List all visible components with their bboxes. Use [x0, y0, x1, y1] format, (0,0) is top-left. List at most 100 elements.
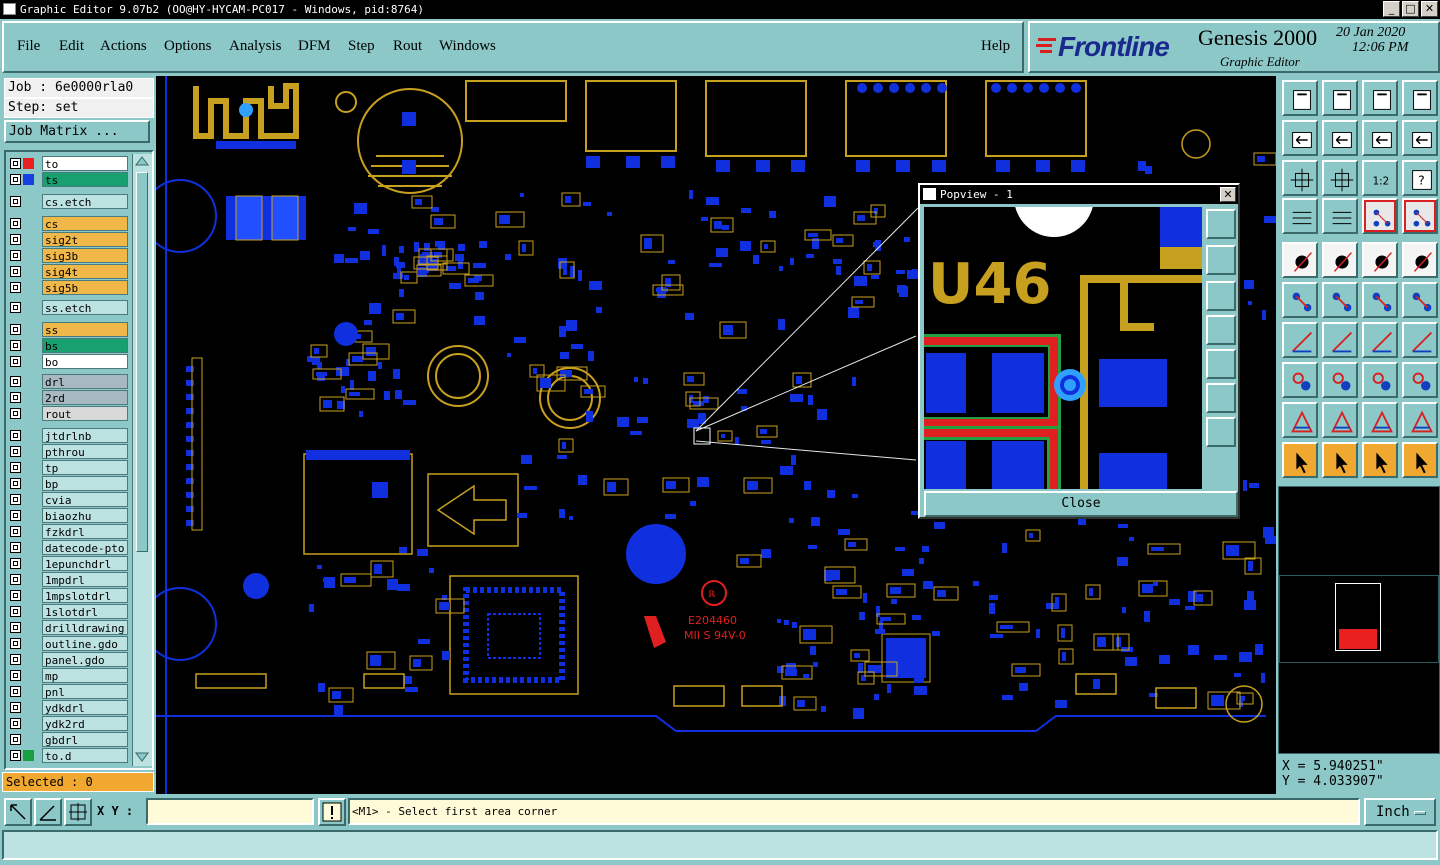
layer-checkbox[interactable] — [10, 590, 21, 601]
layer-row[interactable]: 2rd — [8, 390, 128, 405]
snap-point-button[interactable] — [1282, 242, 1318, 278]
menu-dfm[interactable]: DFM — [298, 38, 331, 55]
layer-name[interactable]: sig2t — [42, 232, 128, 247]
layer-row[interactable]: pnl — [8, 684, 128, 699]
help-button[interactable]: ? — [1402, 160, 1438, 196]
layer-name[interactable]: jtdrlnb — [42, 428, 128, 443]
pointer-frame-2-button[interactable] — [1362, 442, 1398, 478]
copy-button[interactable] — [1402, 362, 1438, 398]
move-2-button[interactable] — [1402, 282, 1438, 318]
pv-zoom-in-icon[interactable] — [1206, 383, 1236, 413]
layer-row[interactable]: ydk2rd — [8, 716, 128, 731]
layer-row[interactable]: ss — [8, 322, 128, 337]
layer-checkbox[interactable] — [10, 324, 21, 335]
layer-row[interactable]: bo — [8, 354, 128, 369]
layer-checkbox[interactable] — [10, 234, 21, 245]
layer-row[interactable]: tp — [8, 460, 128, 475]
popview-titlebar[interactable]: Popview - 1 ✕ — [920, 185, 1238, 204]
layer-row[interactable]: cvia — [8, 492, 128, 507]
layer-checkbox[interactable] — [10, 392, 21, 403]
resize-button[interactable] — [1362, 362, 1398, 398]
layer-row[interactable]: outline.gdo — [8, 636, 128, 651]
layer-name[interactable]: to — [42, 156, 128, 171]
layer-checkbox[interactable] — [10, 462, 21, 473]
slash-line-button[interactable] — [1322, 322, 1358, 358]
layer-name[interactable]: ss.etch — [42, 300, 128, 315]
layer-row[interactable]: 1epunchdrl — [8, 556, 128, 571]
menu-analysis[interactable]: Analysis — [229, 38, 282, 55]
layer-name[interactable]: 2rd — [42, 390, 128, 405]
alert-button[interactable] — [318, 798, 346, 826]
layer-checkbox[interactable] — [10, 282, 21, 293]
layer-checkbox[interactable] — [10, 606, 21, 617]
layer-row[interactable]: rout — [8, 406, 128, 421]
layer-name[interactable]: bo — [42, 354, 128, 369]
pointer-frame-button[interactable] — [1322, 442, 1358, 478]
layer-checkbox[interactable] — [10, 174, 21, 185]
line-segment-button[interactable] — [1322, 362, 1358, 398]
layer-row[interactable]: ss.etch — [8, 300, 128, 315]
pv-pan-right-icon[interactable] — [1206, 349, 1236, 379]
net-select-button[interactable] — [1362, 198, 1398, 234]
popview-close-icon[interactable]: ✕ — [1220, 187, 1236, 202]
pan-left-button[interactable] — [1282, 120, 1318, 156]
layer-name[interactable]: bp — [42, 476, 128, 491]
layer-name[interactable]: pthrou — [42, 444, 128, 459]
layer-checkbox[interactable] — [10, 218, 21, 229]
layer-row[interactable]: sig2t — [8, 232, 128, 247]
menu-windows[interactable]: Windows — [439, 38, 496, 55]
connect-button[interactable] — [1282, 282, 1318, 318]
layer-name[interactable]: 1mpdrl — [42, 572, 128, 587]
home-button[interactable] — [1362, 80, 1398, 116]
layer-color-swatch[interactable] — [23, 750, 34, 761]
delete-button[interactable] — [1322, 282, 1358, 318]
scroll-up-icon[interactable] — [133, 154, 151, 168]
layer-row[interactable]: bs — [8, 338, 128, 353]
layer-checkbox[interactable] — [10, 266, 21, 277]
layer-name[interactable]: cs.etch — [42, 194, 128, 209]
ruler-button[interactable] — [1362, 242, 1398, 278]
layer-row[interactable]: 1slotdrl — [8, 604, 128, 619]
job-matrix-button[interactable]: Job Matrix ... — [4, 120, 150, 143]
layer-name[interactable]: cvia — [42, 492, 128, 507]
layer-checkbox[interactable] — [10, 686, 21, 697]
layer-name[interactable]: sig4t — [42, 264, 128, 279]
layer-color-swatch[interactable] — [23, 174, 34, 185]
layer-row[interactable]: to.d — [8, 748, 128, 763]
layer-name[interactable]: drilldrawing — [42, 620, 128, 635]
save-view-button[interactable] — [1322, 80, 1358, 116]
layer-checkbox[interactable] — [10, 478, 21, 489]
layer-checkbox[interactable] — [10, 558, 21, 569]
overview-map[interactable] — [1278, 486, 1440, 754]
pv-zoom-out-icon[interactable] — [1206, 417, 1236, 447]
zoom-home-button[interactable] — [1282, 80, 1318, 116]
layers-button[interactable] — [1402, 120, 1438, 156]
layer-name[interactable]: rout — [42, 406, 128, 421]
pv-pan-up-icon[interactable] — [1206, 245, 1236, 275]
pv-pan-left-icon[interactable] — [1206, 315, 1236, 345]
layer-row[interactable]: drilldrawing — [8, 620, 128, 635]
swap-button[interactable] — [1362, 120, 1398, 156]
layer-name[interactable]: outline.gdo — [42, 636, 128, 651]
layer-name[interactable]: 1mpslotdrl — [42, 588, 128, 603]
layer-checkbox[interactable] — [10, 250, 21, 261]
layer-row[interactable]: biaozhu — [8, 508, 128, 523]
layer-row[interactable]: to — [8, 156, 128, 171]
layer-checkbox[interactable] — [10, 510, 21, 521]
layer-row[interactable]: drl — [8, 374, 128, 389]
layer-checkbox[interactable] — [10, 158, 21, 169]
layer-row[interactable]: ts — [8, 172, 128, 187]
layer-row[interactable]: sig3b — [8, 248, 128, 263]
layer-row[interactable]: jtdrlnb — [8, 428, 128, 443]
scroll-down-icon[interactable] — [133, 750, 151, 764]
snap-angle-button[interactable] — [34, 798, 62, 826]
rotate-button[interactable] — [1362, 322, 1398, 358]
draw-line-button[interactable] — [1322, 242, 1358, 278]
menu-help[interactable]: Help — [981, 38, 1010, 55]
layer-row[interactable]: fzkdrl — [8, 524, 128, 539]
layer-row[interactable]: 1mpslotdrl — [8, 588, 128, 603]
layer-name[interactable]: 1epunchdrl — [42, 556, 128, 571]
layer-row[interactable]: panel.gdo — [8, 652, 128, 667]
pad-add-button[interactable] — [1282, 362, 1318, 398]
layer-name[interactable]: tp — [42, 460, 128, 475]
